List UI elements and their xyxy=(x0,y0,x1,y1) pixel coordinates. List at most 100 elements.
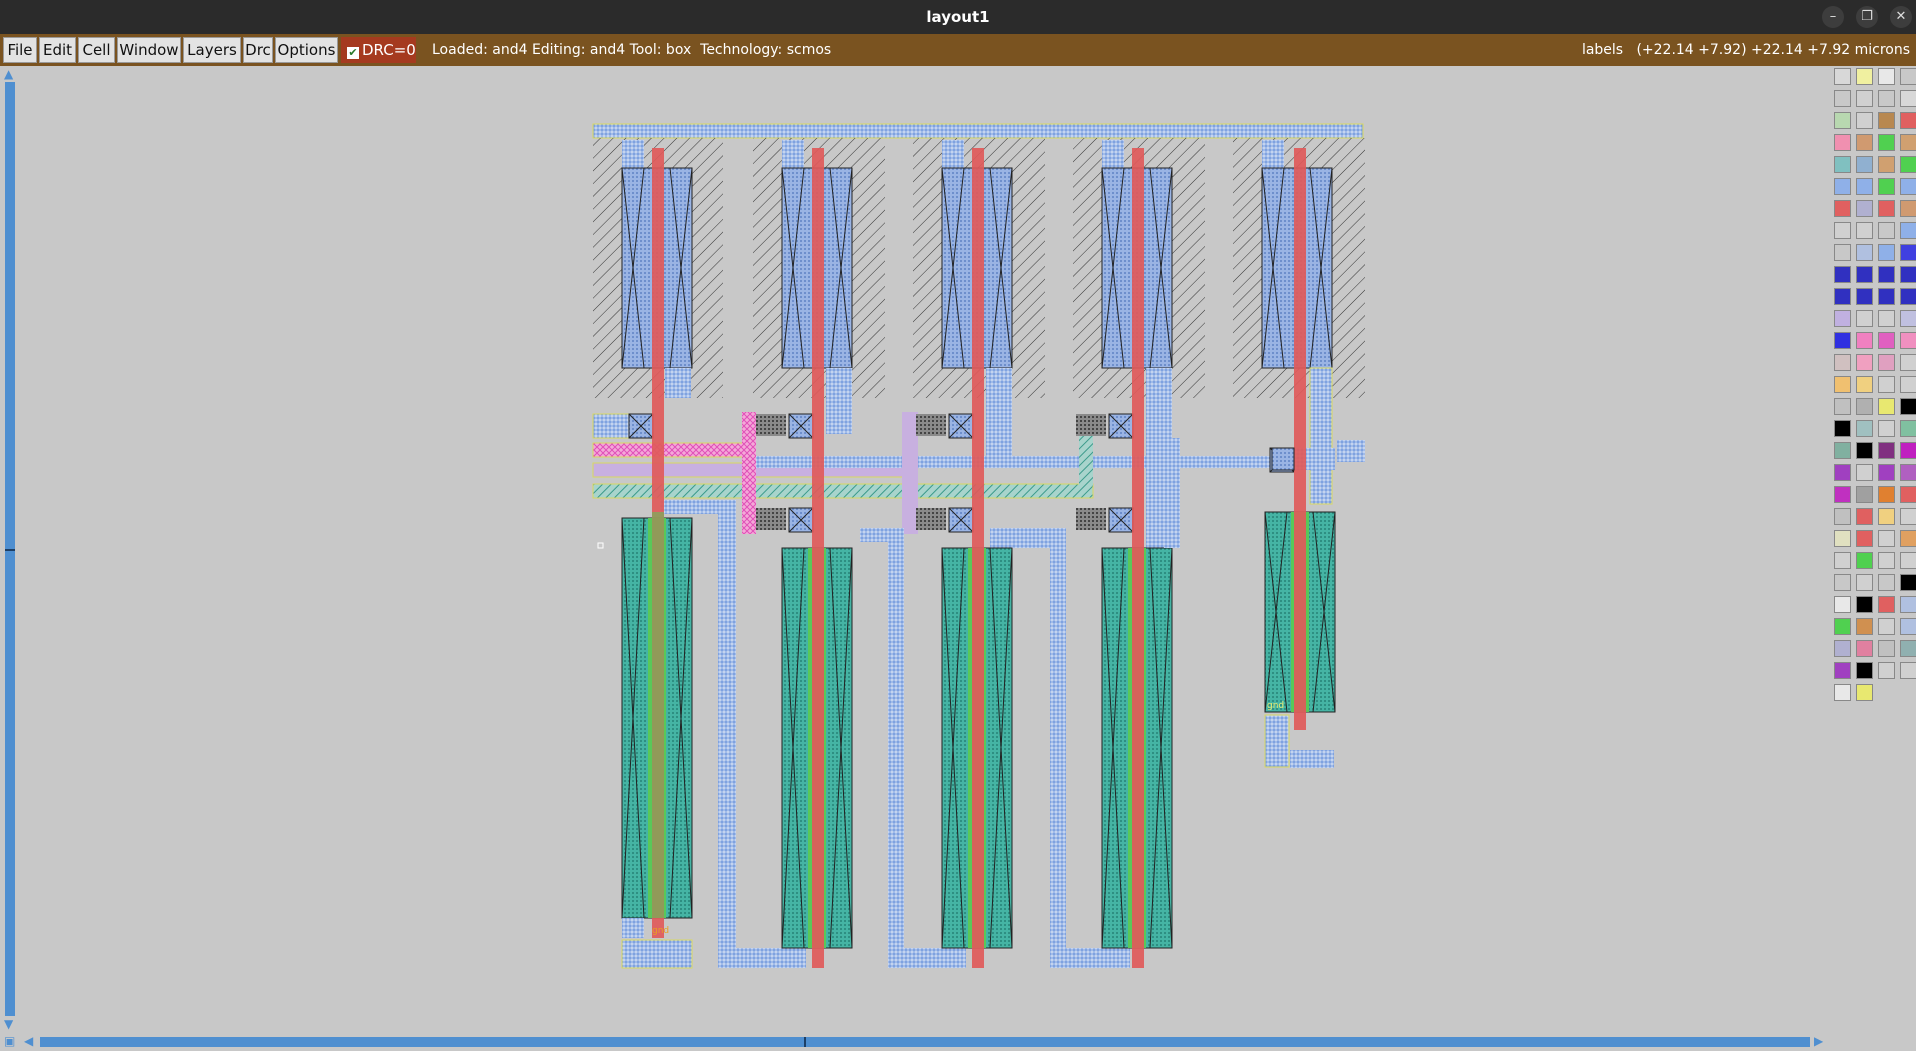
layer-swatch[interactable] xyxy=(1878,640,1895,657)
layer-swatch[interactable] xyxy=(1900,530,1916,547)
layer-swatch[interactable] xyxy=(1878,354,1895,371)
layer-swatch[interactable] xyxy=(1878,574,1895,591)
vdd-rail[interactable] xyxy=(592,123,1364,139)
layer-swatch[interactable] xyxy=(1834,508,1851,525)
layer-swatch[interactable] xyxy=(1856,376,1873,393)
layer-swatch[interactable] xyxy=(1900,134,1916,151)
layer-swatch[interactable] xyxy=(1900,310,1916,327)
layer-swatch[interactable] xyxy=(1856,508,1873,525)
layer-swatch[interactable] xyxy=(1878,134,1895,151)
layer-swatch[interactable] xyxy=(1856,420,1873,437)
layer-swatch[interactable] xyxy=(1834,310,1851,327)
layer-swatch[interactable] xyxy=(1878,508,1895,525)
layer-swatch[interactable] xyxy=(1900,464,1916,481)
layer-swatch[interactable] xyxy=(1834,662,1851,679)
layer-swatch[interactable] xyxy=(1900,618,1916,635)
layer-swatch[interactable] xyxy=(1834,464,1851,481)
drc-toggle[interactable]: ✔ DRC=0 xyxy=(341,37,416,63)
layer-swatch[interactable] xyxy=(1834,420,1851,437)
layer-swatch[interactable] xyxy=(1834,178,1851,195)
layer-swatch[interactable] xyxy=(1834,332,1851,349)
layer-swatch[interactable] xyxy=(1856,662,1873,679)
layer-swatch[interactable] xyxy=(1856,68,1873,85)
layer-swatch[interactable] xyxy=(1834,90,1851,107)
layer-swatch[interactable] xyxy=(1900,68,1916,85)
layer-swatch[interactable] xyxy=(1834,68,1851,85)
menu-drc[interactable]: Drc xyxy=(243,37,273,63)
layer-swatch[interactable] xyxy=(1834,596,1851,613)
layer-swatch[interactable] xyxy=(1878,596,1895,613)
layer-swatch[interactable] xyxy=(1878,68,1895,85)
layer-swatch[interactable] xyxy=(1878,486,1895,503)
menu-options[interactable]: Options xyxy=(275,37,338,63)
layer-swatch[interactable] xyxy=(1856,266,1873,283)
layer-swatch[interactable] xyxy=(1856,134,1873,151)
layer-swatch[interactable] xyxy=(1834,288,1851,305)
layer-swatch[interactable] xyxy=(1856,200,1873,217)
scroll-right-icon[interactable]: ▶ xyxy=(1814,1034,1823,1048)
layer-swatch[interactable] xyxy=(1856,310,1873,327)
layer-swatch[interactable] xyxy=(1878,288,1895,305)
layer-swatch[interactable] xyxy=(1834,552,1851,569)
layer-swatch[interactable] xyxy=(1900,288,1916,305)
poly-gates[interactable] xyxy=(652,148,1306,968)
layer-swatch[interactable] xyxy=(1834,134,1851,151)
layer-swatch[interactable] xyxy=(1878,156,1895,173)
layer-swatch[interactable] xyxy=(1900,200,1916,217)
layer-swatch[interactable] xyxy=(1878,398,1895,415)
close-button[interactable]: ✕ xyxy=(1890,6,1912,28)
scroll-down-icon[interactable]: ▼ xyxy=(4,1017,13,1031)
drc-checkbox[interactable]: ✔ xyxy=(347,47,359,59)
layer-swatch[interactable] xyxy=(1900,244,1916,261)
layer-swatch[interactable] xyxy=(1834,266,1851,283)
layer-swatch[interactable] xyxy=(1900,266,1916,283)
layer-swatch[interactable] xyxy=(1900,156,1916,173)
layer-swatch[interactable] xyxy=(1900,640,1916,657)
vertical-scrollbar[interactable]: ▲ ▼ xyxy=(0,66,20,1032)
layer-swatch[interactable] xyxy=(1900,376,1916,393)
layer-swatch[interactable] xyxy=(1856,90,1873,107)
layer-swatch[interactable] xyxy=(1856,244,1873,261)
layer-swatch[interactable] xyxy=(1856,684,1873,701)
restore-button[interactable]: ❐ xyxy=(1856,6,1878,28)
layer-swatch[interactable] xyxy=(1834,684,1851,701)
layer-swatch[interactable] xyxy=(1834,574,1851,591)
layer-swatch[interactable] xyxy=(1856,574,1873,591)
scroll-up-icon[interactable]: ▲ xyxy=(4,67,13,81)
layer-swatch[interactable] xyxy=(1856,288,1873,305)
layer-swatch[interactable] xyxy=(1878,376,1895,393)
layer-swatch[interactable] xyxy=(1856,464,1873,481)
scroll-left-icon[interactable]: ◀ xyxy=(24,1034,33,1048)
layer-swatch[interactable] xyxy=(1856,332,1873,349)
layer-swatch[interactable] xyxy=(1834,200,1851,217)
layer-swatch[interactable] xyxy=(1878,442,1895,459)
minimize-button[interactable]: – xyxy=(1822,6,1844,28)
layer-swatch[interactable] xyxy=(1878,530,1895,547)
layer-swatch[interactable] xyxy=(1900,112,1916,129)
layer-swatch[interactable] xyxy=(1900,508,1916,525)
layer-swatch[interactable] xyxy=(1834,376,1851,393)
layer-swatch[interactable] xyxy=(1878,90,1895,107)
layer-swatch[interactable] xyxy=(1856,222,1873,239)
layer-swatch[interactable] xyxy=(1856,596,1873,613)
layer-swatch[interactable] xyxy=(1834,442,1851,459)
layer-swatch[interactable] xyxy=(1900,398,1916,415)
layer-swatch[interactable] xyxy=(1878,200,1895,217)
layer-swatch[interactable] xyxy=(1900,420,1916,437)
layer-swatch[interactable] xyxy=(1900,662,1916,679)
layer-swatch[interactable] xyxy=(1900,596,1916,613)
layer-swatch[interactable] xyxy=(1834,486,1851,503)
layer-swatch[interactable] xyxy=(1900,332,1916,349)
layer-swatch[interactable] xyxy=(1856,398,1873,415)
layer-swatch[interactable] xyxy=(1878,266,1895,283)
layer-swatch[interactable] xyxy=(1878,244,1895,261)
zoom-box-icon[interactable]: ▣ xyxy=(4,1034,15,1048)
menu-window[interactable]: Window xyxy=(117,37,181,63)
layer-swatch[interactable] xyxy=(1878,310,1895,327)
layer-swatch[interactable] xyxy=(1856,530,1873,547)
layer-swatch[interactable] xyxy=(1900,574,1916,591)
layer-swatch[interactable] xyxy=(1878,332,1895,349)
layer-swatch[interactable] xyxy=(1834,156,1851,173)
menu-cell[interactable]: Cell xyxy=(78,37,115,63)
layer-swatch[interactable] xyxy=(1856,112,1873,129)
